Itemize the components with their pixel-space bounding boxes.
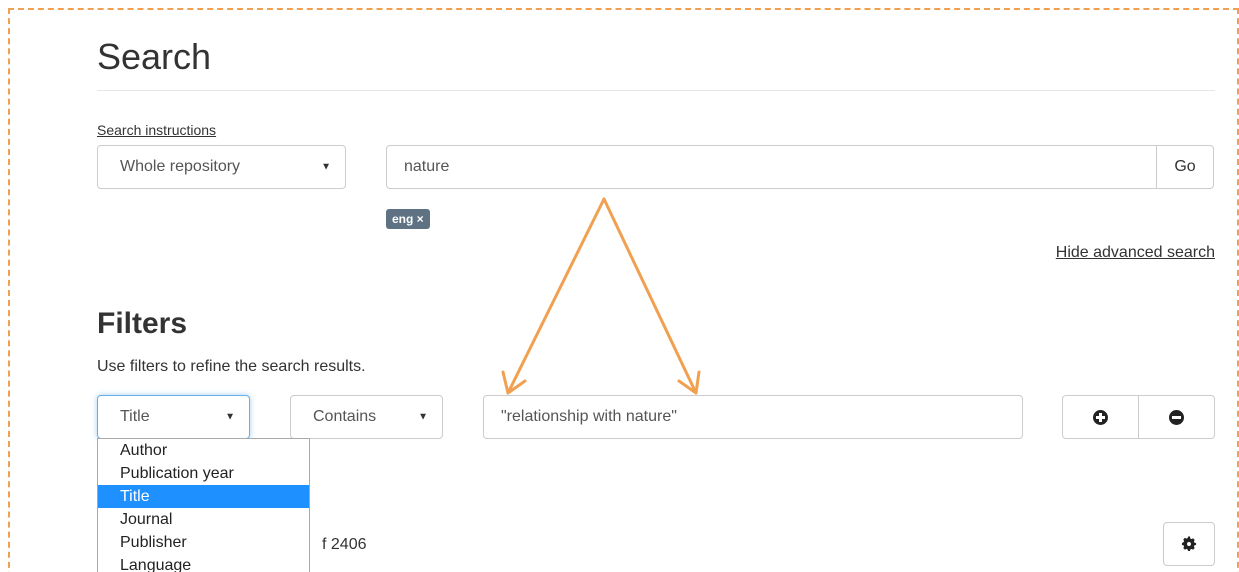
chevron-down-icon: ▼ — [225, 411, 235, 423]
chevron-down-icon: ▼ — [418, 411, 428, 423]
filter-field-value: Title — [120, 408, 150, 425]
filter-field-select[interactable]: Title ▼ — [97, 395, 250, 439]
scope-select[interactable]: Whole repository ▼ — [97, 145, 346, 189]
page-title: Search — [97, 36, 212, 77]
dropdown-option[interactable]: Publication year — [98, 462, 309, 485]
gear-icon — [1181, 536, 1197, 552]
remove-filter-button[interactable] — [1139, 395, 1215, 439]
filter-field-dropdown[interactable]: Author Publication year Title Journal Pu… — [97, 438, 310, 572]
settings-button[interactable] — [1163, 522, 1215, 566]
filter-operator-value: Contains — [313, 408, 377, 425]
filter-row-buttons — [1062, 395, 1215, 439]
filter-value-input[interactable]: "relationship with nature" — [483, 395, 1023, 439]
minus-circle-icon — [1169, 409, 1184, 425]
dropdown-option[interactable]: Language — [98, 554, 309, 572]
results-count-fragment: f 2406 — [322, 536, 367, 553]
hide-advanced-search-link[interactable]: Hide advanced search — [1056, 244, 1215, 262]
add-filter-button[interactable] — [1062, 395, 1139, 439]
scope-select-value: Whole repository — [120, 158, 241, 175]
search-input[interactable]: nature — [386, 145, 1157, 189]
go-button[interactable]: Go — [1156, 145, 1214, 189]
dropdown-option[interactable]: Journal — [98, 508, 309, 531]
dropdown-option-selected[interactable]: Title — [98, 485, 309, 508]
title-divider — [97, 90, 1215, 91]
search-instructions-link[interactable]: Search instructions — [97, 122, 216, 138]
filter-operator-select[interactable]: Contains ▼ — [290, 395, 443, 439]
filters-help-text: Use filters to refine the search results… — [97, 358, 366, 375]
plus-circle-icon — [1093, 409, 1108, 425]
language-tag-eng[interactable]: eng × — [386, 209, 430, 229]
dropdown-option[interactable]: Author — [98, 439, 309, 462]
filters-heading: Filters — [97, 307, 188, 340]
dropdown-option[interactable]: Publisher — [98, 531, 309, 554]
filter-value-text: "relationship with nature" — [501, 408, 677, 425]
chevron-down-icon: ▼ — [321, 161, 331, 173]
search-input-value: nature — [404, 158, 450, 175]
